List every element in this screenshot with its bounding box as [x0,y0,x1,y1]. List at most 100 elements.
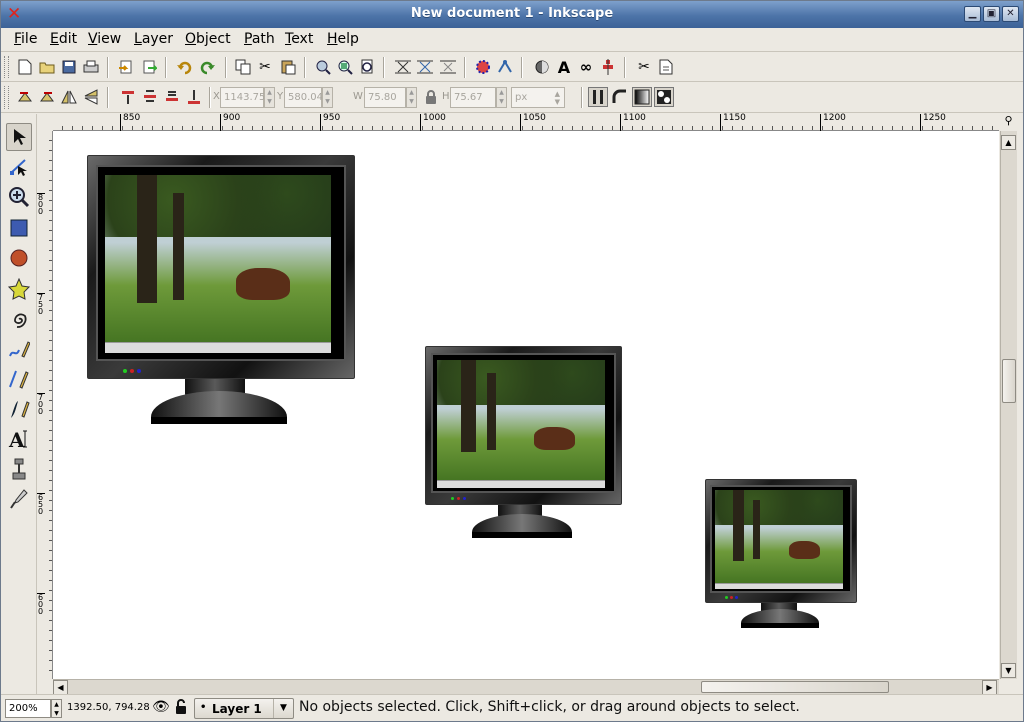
print-icon[interactable] [81,57,101,77]
menu-view[interactable]: View [88,31,121,47]
h-spinner[interactable]: ▲ ▼ [496,87,507,108]
x-field[interactable]: 1143.75 [220,87,265,108]
horizontal-ruler[interactable]: 850 900 950 1000 1050 1100 1150 1200 125… [53,114,999,131]
text-tool-icon[interactable]: A [6,425,32,453]
cut-icon[interactable]: ✂ [255,57,275,77]
group-icon[interactable] [393,57,413,77]
w-field[interactable]: 75.80 [364,87,406,108]
maximize-button[interactable]: ▣ [983,6,1000,22]
ruler-tick-label: 1250 [920,114,946,131]
ruler-tick-label: 1000 [420,114,446,131]
connector-tool-icon[interactable] [6,455,32,483]
import-icon[interactable] [116,57,136,77]
y-field[interactable]: 580.04 [284,87,323,108]
scroll-left-arrow-icon[interactable]: ◀ [53,680,68,695]
text-icon[interactable]: A [554,57,574,77]
xml-editor-icon[interactable]: ∞ [576,57,596,77]
vertical-scrollbar[interactable]: ▲ ▼ [1000,131,1017,679]
menu-path[interactable]: Path [244,31,275,47]
zoom-tool-icon[interactable] [6,183,32,211]
pencil-tool-icon[interactable] [6,335,32,363]
monitor-base-edge [151,417,287,424]
scroll-up-arrow-icon[interactable]: ▲ [1001,135,1016,150]
current-layer-dropdown[interactable]: • Layer 1 ▼ [194,698,294,719]
toolbar-grip[interactable] [4,86,9,109]
unit-select[interactable]: px ▲ ▼ [511,87,565,108]
menu-layer[interactable]: Layer [134,31,173,47]
undo-icon[interactable] [174,57,194,77]
align-icon[interactable] [598,57,618,77]
menu-text[interactable]: Text [285,31,313,47]
horizontal-scroll-thumb[interactable] [701,681,889,693]
menu-edit[interactable]: Edit [50,31,77,47]
monitor-leds [725,596,741,599]
document-properties-icon[interactable] [656,57,676,77]
raise-to-top-icon[interactable] [118,87,138,107]
toolbar-grip[interactable] [4,56,9,78]
save-icon[interactable] [59,57,79,77]
zoom-corner-icon[interactable]: ⚲ [1000,114,1017,131]
lock-ratio-icon[interactable] [421,87,441,107]
preferences-icon[interactable]: ✂ [634,57,654,77]
rotate-ccw-icon[interactable] [15,87,35,107]
rotate-cw-icon[interactable] [37,87,57,107]
dropper-tool-icon[interactable] [6,485,32,513]
ruler-tick-label: 900 [220,114,240,131]
spiral-tool-icon[interactable] [6,305,32,333]
monitor-drawing-medium[interactable] [425,346,622,539]
lock-icon[interactable] [174,698,188,720]
node-editor-icon[interactable] [495,57,515,77]
menu-file[interactable]: File [14,31,37,47]
scale-corners-icon[interactable] [610,87,630,107]
transform-gradient-icon[interactable] [632,87,652,107]
gradient-icon[interactable] [532,57,552,77]
flip-vertical-icon[interactable] [81,87,101,107]
new-document-icon[interactable] [15,57,35,77]
close-window-button[interactable]: ✕ [1002,6,1019,22]
scroll-down-arrow-icon[interactable]: ▼ [1001,663,1016,678]
vertical-ruler[interactable]: 800 750 700 650 600 [37,131,53,679]
pen-tool-icon[interactable] [6,365,32,393]
x-spinner[interactable]: ▲ ▼ [264,87,275,108]
vertical-scroll-thumb[interactable] [1002,359,1016,403]
menu-object[interactable]: Object [185,31,231,47]
calligraphy-tool-icon[interactable] [6,395,32,423]
lower-icon[interactable] [438,57,458,77]
star-tool-icon[interactable] [6,275,32,303]
scroll-right-arrow-icon[interactable]: ▶ [982,680,997,695]
export-icon[interactable] [139,57,159,77]
lower-to-bottom-icon[interactable] [184,87,204,107]
duplicate-icon[interactable] [233,57,253,77]
ellipse-tool-icon[interactable] [6,244,32,272]
zoom-selection-icon[interactable] [313,57,333,77]
menu-help[interactable]: Help [327,31,359,47]
ungroup-icon[interactable] [415,57,435,77]
h-field[interactable]: 75.67 [450,87,496,108]
monitor-drawing-large[interactable] [87,155,355,425]
horizontal-scrollbar[interactable]: ◀ ▶ [53,679,999,695]
paste-icon[interactable] [278,57,298,77]
flip-horizontal-icon[interactable] [59,87,79,107]
eye-visibility-icon[interactable]: 👁 [152,699,170,715]
raise-icon[interactable] [140,87,160,107]
zoom-page-icon[interactable] [357,57,377,77]
monitor-drawing-small[interactable] [705,479,857,629]
node-tool-icon[interactable] [6,153,32,181]
zoom-drawing-icon[interactable] [335,57,355,77]
zoom-spinner[interactable]: ▲ ▼ [51,699,62,718]
scale-stroke-icon[interactable] [588,87,608,107]
lower-icon[interactable] [162,87,182,107]
drawing-canvas[interactable] [53,131,999,679]
w-spinner[interactable]: ▲ ▼ [406,87,417,108]
y-spinner[interactable]: ▲ ▼ [322,87,333,108]
rectangle-tool-icon[interactable] [6,214,32,242]
redo-icon[interactable] [198,57,218,77]
transform-pattern-icon[interactable] [654,87,674,107]
fill-stroke-icon[interactable] [473,57,493,77]
open-icon[interactable] [37,57,57,77]
selector-tool-icon[interactable] [6,123,32,151]
zoom-field[interactable]: 200% [5,699,51,718]
title-bar[interactable]: ✕ New document 1 - Inkscape ▁ ▣ ✕ [1,1,1023,28]
ruler-tick-label: 750 [37,293,45,316]
minimize-button[interactable]: ▁ [964,6,981,22]
